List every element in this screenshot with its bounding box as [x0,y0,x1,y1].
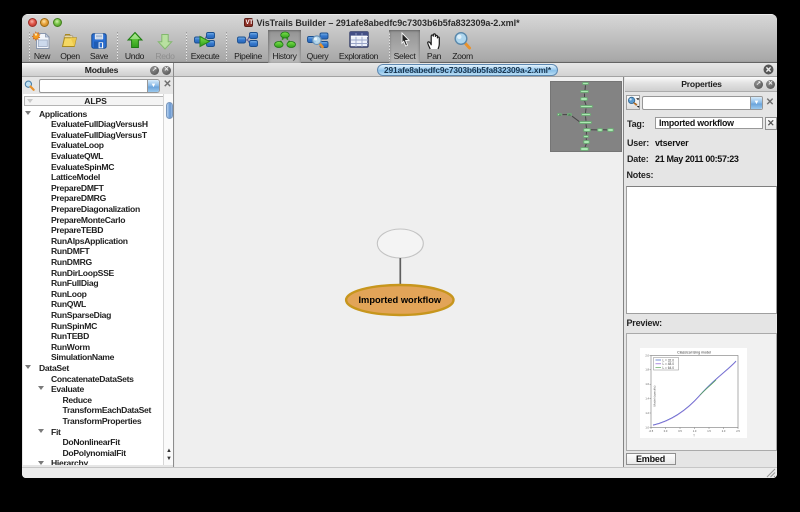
svg-text:1.6: 1.6 [645,382,649,386]
svg-text:Model (specific): Model (specific) [652,385,656,406]
svg-text:0.5: 0.5 [678,429,682,433]
svg-text:L = 64.0: L = 64.0 [662,365,674,369]
svg-text:1.4: 1.4 [645,396,649,400]
svg-text:2.0: 2.0 [721,429,725,433]
svg-text:1.0: 1.0 [692,429,696,433]
svg-text:-0.5: -0.5 [648,429,653,433]
svg-text:Classical Ising model: Classical Ising model [677,350,711,354]
svg-text:2.5: 2.5 [736,429,740,433]
svg-text:Imported workflow: Imported workflow [358,295,441,305]
svg-text:1.2: 1.2 [645,410,649,414]
svg-text:1.5: 1.5 [707,429,711,433]
svg-text:2.0: 2.0 [645,353,649,357]
svg-text:1.0: 1.0 [645,425,649,429]
svg-text:1.8: 1.8 [645,367,649,371]
svg-text:0.0: 0.0 [663,429,667,433]
